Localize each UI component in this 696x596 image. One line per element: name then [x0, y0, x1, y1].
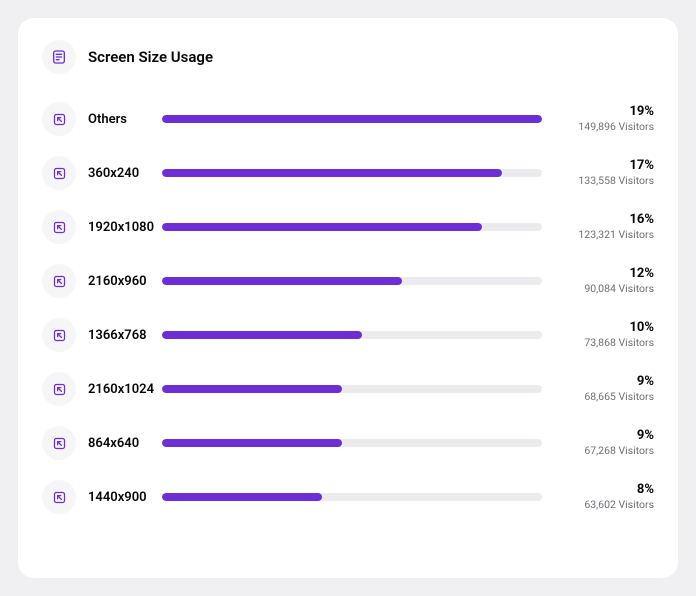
- screen-size-label: 360x240: [76, 166, 162, 181]
- expand-icon[interactable]: [42, 426, 76, 460]
- expand-icon[interactable]: [42, 156, 76, 190]
- screen-size-label: 2160x1024: [76, 382, 162, 397]
- row-stats: 9% 68,665 Visitors: [556, 374, 654, 404]
- expand-icon[interactable]: [42, 480, 76, 514]
- screen-size-row: 864x640 9% 67,268 Visitors: [42, 416, 654, 470]
- usage-bar-fill: [162, 493, 322, 501]
- visitors-value: 67,268 Visitors: [556, 444, 654, 458]
- row-stats: 8% 63,602 Visitors: [556, 482, 654, 512]
- screen-size-label: 1920x1080: [76, 220, 162, 235]
- screen-size-row: 360x240 17% 133,558 Visitors: [42, 146, 654, 200]
- expand-icon[interactable]: [42, 318, 76, 352]
- screen-size-label: Others: [76, 112, 162, 127]
- percent-value: 16%: [556, 212, 654, 228]
- usage-bar-track: [162, 385, 542, 393]
- visitors-value: 90,084 Visitors: [556, 282, 654, 296]
- screen-size-usage-card: Screen Size Usage Others 19% 149,896 Vis…: [18, 18, 678, 578]
- card-title: Screen Size Usage: [88, 48, 213, 66]
- usage-bar-fill: [162, 277, 402, 285]
- row-stats: 17% 133,558 Visitors: [556, 158, 654, 188]
- expand-icon[interactable]: [42, 372, 76, 406]
- percent-value: 9%: [556, 428, 654, 444]
- screen-size-label: 1366x768: [76, 328, 162, 343]
- expand-icon[interactable]: [42, 210, 76, 244]
- usage-bar-track: [162, 277, 542, 285]
- visitors-value: 123,321 Visitors: [556, 228, 654, 242]
- screen-size-row: 1440x900 8% 63,602 Visitors: [42, 470, 654, 524]
- row-stats: 12% 90,084 Visitors: [556, 266, 654, 296]
- row-stats: 19% 149,896 Visitors: [556, 104, 654, 134]
- percent-value: 12%: [556, 266, 654, 282]
- usage-bar-track: [162, 115, 542, 123]
- usage-bar-fill: [162, 115, 542, 123]
- rows-container: Others 19% 149,896 Visitors 360x240 17% …: [42, 92, 654, 524]
- visitors-value: 73,868 Visitors: [556, 336, 654, 350]
- visitors-value: 149,896 Visitors: [556, 120, 654, 134]
- screen-size-label: 1440x900: [76, 490, 162, 505]
- usage-bar-fill: [162, 169, 502, 177]
- percent-value: 8%: [556, 482, 654, 498]
- row-stats: 10% 73,868 Visitors: [556, 320, 654, 350]
- usage-bar-fill: [162, 439, 342, 447]
- usage-bar-track: [162, 331, 542, 339]
- screen-size-row: 2160x1024 9% 68,665 Visitors: [42, 362, 654, 416]
- percent-value: 17%: [556, 158, 654, 174]
- screen-size-label: 2160x960: [76, 274, 162, 289]
- screen-size-row: 1366x768 10% 73,868 Visitors: [42, 308, 654, 362]
- usage-bar-track: [162, 169, 542, 177]
- expand-icon[interactable]: [42, 102, 76, 136]
- screen-size-row: 2160x960 12% 90,084 Visitors: [42, 254, 654, 308]
- screen-size-row: 1920x1080 16% 123,321 Visitors: [42, 200, 654, 254]
- row-stats: 16% 123,321 Visitors: [556, 212, 654, 242]
- row-stats: 9% 67,268 Visitors: [556, 428, 654, 458]
- screen-size-row: Others 19% 149,896 Visitors: [42, 92, 654, 146]
- usage-bar-fill: [162, 385, 342, 393]
- usage-bar-track: [162, 439, 542, 447]
- percent-value: 9%: [556, 374, 654, 390]
- screen-size-label: 864x640: [76, 436, 162, 451]
- percent-value: 19%: [556, 104, 654, 120]
- visitors-value: 63,602 Visitors: [556, 498, 654, 512]
- visitors-value: 68,665 Visitors: [556, 390, 654, 404]
- usage-bar-fill: [162, 223, 482, 231]
- visitors-value: 133,558 Visitors: [556, 174, 654, 188]
- stats-doc-icon: [42, 40, 76, 74]
- usage-bar-fill: [162, 331, 362, 339]
- percent-value: 10%: [556, 320, 654, 336]
- expand-icon[interactable]: [42, 264, 76, 298]
- usage-bar-track: [162, 223, 542, 231]
- card-header: Screen Size Usage: [42, 40, 654, 74]
- usage-bar-track: [162, 493, 542, 501]
